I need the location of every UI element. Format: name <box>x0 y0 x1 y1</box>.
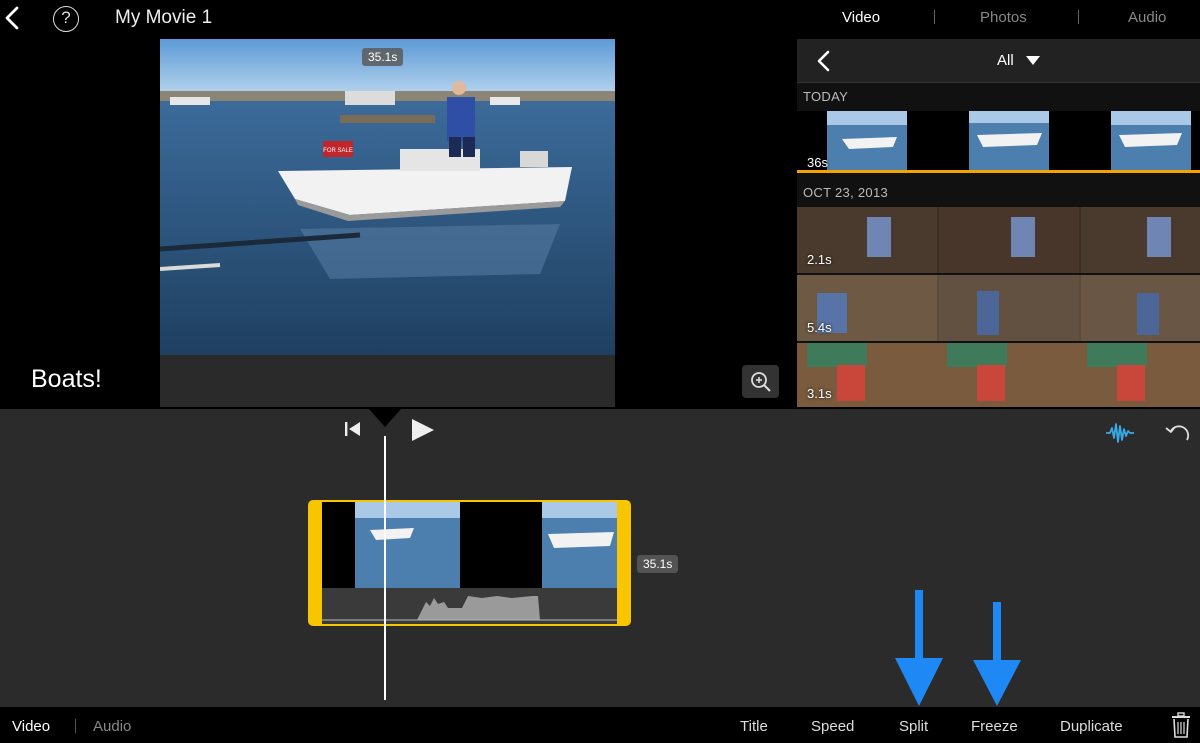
clip-audio-waveform <box>322 588 617 624</box>
toolbar-divider <box>75 719 76 733</box>
media-tabs: Video Photos Audio <box>800 0 1200 38</box>
clip-row-today[interactable]: 36s <box>797 111 1200 173</box>
top-bar: ? My Movie 1 Video Photos Audio <box>0 0 1200 38</box>
help-button[interactable]: ? <box>53 6 79 32</box>
filter-dropdown[interactable]: All <box>997 52 1014 69</box>
clip-row-1[interactable]: 2.1s <box>797 207 1200 273</box>
caret-down-icon[interactable] <box>1026 56 1040 65</box>
clip-duration: 2.1s <box>807 252 832 267</box>
clip-thumbnail <box>797 343 1200 407</box>
skip-back-icon <box>345 422 360 436</box>
timeline-clip[interactable] <box>308 500 631 626</box>
tab-photos[interactable]: Photos <box>980 9 1027 26</box>
preview-frame: FOR SALE <box>160 39 615 407</box>
duration-badge: 35.1s <box>362 48 404 66</box>
trash-icon <box>1172 712 1190 738</box>
back-button[interactable] <box>2 4 24 32</box>
bottom-toolbar: Video Audio Title Speed Split Freeze Dup… <box>0 707 1200 743</box>
clip-duration: 36s <box>807 155 828 170</box>
used-clip-marker <box>797 170 1200 173</box>
playhead-notch <box>369 409 401 427</box>
delete-button[interactable] <box>1170 712 1192 738</box>
toolbar-audio-tab[interactable]: Audio <box>93 718 131 735</box>
tab-audio[interactable]: Audio <box>1128 9 1166 26</box>
title-overlay: Boats! <box>31 365 102 393</box>
media-browser: All TODAY 36s OCT 23, 2013 2.1s 5.4s 3.1… <box>797 39 1200 407</box>
toolbar-video-tab[interactable]: Video <box>12 718 50 735</box>
title-button[interactable]: Title <box>740 718 768 735</box>
freeze-pointer-arrow-icon <box>973 602 1021 706</box>
browser-back-button[interactable] <box>815 49 833 73</box>
speed-button[interactable]: Speed <box>811 718 854 735</box>
freeze-button[interactable]: Freeze <box>971 718 1018 735</box>
clip-thumbnail <box>797 207 1200 273</box>
clip-row-2[interactable]: 5.4s <box>797 275 1200 341</box>
audio-waveform <box>322 596 617 621</box>
playhead[interactable] <box>384 436 386 700</box>
tab-divider <box>934 10 935 24</box>
clip-row-3[interactable]: 3.1s <box>797 343 1200 407</box>
tab-video[interactable]: Video <box>842 9 880 26</box>
boat-sign-text: FOR SALE <box>323 148 353 154</box>
help-icon: ? <box>61 8 71 27</box>
clip-frames <box>322 502 617 624</box>
section-label-oct: OCT 23, 2013 <box>803 185 889 200</box>
play-icon <box>412 419 434 441</box>
waveform-icon <box>1106 423 1134 443</box>
clip-filmstrip <box>322 502 617 588</box>
clip-duration-badge: 35.1s <box>637 555 679 573</box>
duplicate-button[interactable]: Duplicate <box>1060 718 1123 735</box>
zoom-button[interactable] <box>742 365 779 398</box>
clip-thumbnail <box>797 275 1200 341</box>
audio-waveform-button[interactable] <box>1105 420 1135 446</box>
browser-header: All <box>797 39 1200 83</box>
undo-icon <box>1165 425 1190 441</box>
clip-duration: 5.4s <box>807 320 832 335</box>
play-button[interactable] <box>410 418 436 442</box>
skip-to-start-button[interactable] <box>343 420 363 438</box>
movie-title: My Movie 1 <box>115 7 213 28</box>
tab-divider <box>1078 10 1079 24</box>
section-label-today: TODAY <box>803 89 849 104</box>
zoom-icon <box>751 372 771 392</box>
chevron-left-icon <box>817 50 830 72</box>
undo-button[interactable] <box>1163 420 1193 446</box>
split-button[interactable]: Split <box>899 718 928 735</box>
clip-thumbnail <box>827 111 1191 173</box>
back-icon <box>5 6 19 30</box>
video-viewer[interactable]: FOR SALE 35.1s <box>160 39 615 407</box>
clip-duration: 3.1s <box>807 386 832 401</box>
split-pointer-arrow-icon <box>895 590 943 706</box>
